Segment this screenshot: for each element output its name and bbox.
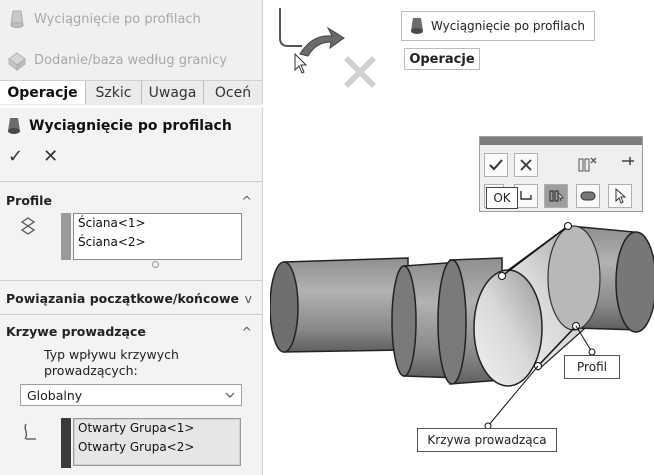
loft-select-icon[interactable] [544,184,568,208]
command-tooltip: Wyciągnięcie po profilach [401,11,595,41]
section-title: Powiązania początkowe/końcowe [6,290,239,306]
loft-icon [409,16,425,36]
ribbon-tabs: Operacje Szkic Uwaga Oceń [0,80,262,105]
guide-curves-listbox[interactable]: Otwarty Grupa<1> Otwarty Grupa<2> [73,418,241,466]
ribbon-item-loft[interactable]: Wyciągnięcie po profilach [6,6,201,32]
influence-type-select[interactable]: Globalny [20,384,242,406]
divider [0,314,262,315]
profile-listbox[interactable]: Ściana<1> Ściana<2> [73,213,242,260]
loft-preview-icon[interactable] [576,155,598,175]
ok-tooltip: OK [486,187,518,209]
loft-3d-model [270,200,654,440]
tab-szkic[interactable]: Szkic [86,81,142,104]
boundary-boss-icon [6,49,28,71]
chevron-down-icon[interactable]: v [245,291,252,306]
callout-profile: Profil [564,355,620,379]
tooltip-label: Wyciągnięcie po profilach [431,19,585,33]
tab-uwaga[interactable]: Uwaga [142,81,204,104]
collapse-icon[interactable]: ^ [242,324,252,339]
section-guides-header[interactable]: Krzywe prowadzące ^ [6,321,252,341]
tab-operacje[interactable]: Operacje [0,81,86,104]
select-value: Globalny [27,387,83,403]
pm-title: Wyciągnięcie po profilach [29,118,232,134]
resize-grip-icon[interactable] [152,261,159,268]
selection-color-swatch [61,418,71,468]
pointer-icon[interactable] [608,184,632,208]
tab-operacje-callout[interactable]: Operacje [404,48,480,70]
loft-icon [6,8,28,30]
pm-header: Wyciągnięcie po profilach [6,112,232,140]
profile-icon [18,216,38,238]
ok-button[interactable] [484,153,508,177]
ribbon-item-label: Wyciągnięcie po profilach [34,11,201,27]
list-item[interactable]: Otwarty Grupa<2> [74,438,240,457]
selection-color-swatch [61,213,71,260]
cancel-button[interactable]: ✕ [43,146,58,167]
list-item[interactable]: Otwarty Grupa<1> [74,419,240,438]
divider [0,181,262,182]
ribbon-item-label: Dodanie/baza według granicy [34,52,228,68]
pin-icon[interactable] [620,155,636,167]
section-title: Profile [6,192,52,208]
influence-label: Typ wpływu krzywych prowadzących: [44,347,179,378]
ribbon-item-boundary[interactable]: Dodanie/baza według granicy [6,47,227,73]
pm-confirm-row: ✓ ✕ [8,146,58,167]
section-title: Krzywe prowadzące [6,323,146,339]
chevron-down-icon [225,392,235,398]
section-profile-header[interactable]: Profile ^ [6,190,252,210]
solid-body-icon[interactable] [576,184,600,208]
list-item[interactable]: Ściana<2> [74,233,241,252]
guide-curve-icon [20,422,40,442]
loft-icon [6,116,22,136]
divider [0,280,262,281]
callout-guide-curve: Krzywa prowadząca [417,428,557,452]
section-constraints-header[interactable]: Powiązania początkowe/końcowe v [6,288,252,308]
cancel-button[interactable] [514,153,538,177]
toolbar-title-bar[interactable] [480,137,642,145]
collapse-icon[interactable]: ^ [242,193,252,208]
list-item[interactable]: Ściana<1> [74,214,241,233]
no-select-icon [340,52,380,92]
ok-button[interactable]: ✓ [8,146,23,167]
tab-ocen[interactable]: Oceń [204,81,262,104]
